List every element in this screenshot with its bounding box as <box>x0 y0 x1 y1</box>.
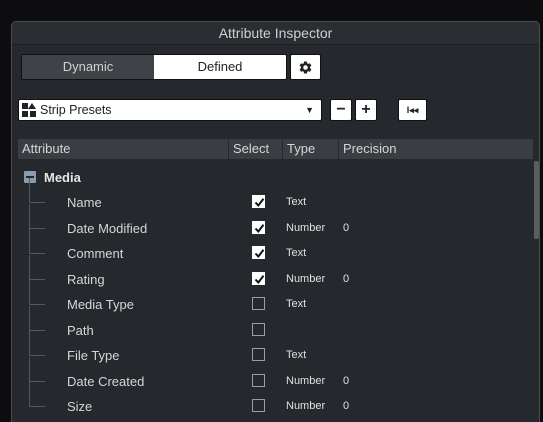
select-checkbox[interactable] <box>252 348 265 361</box>
attribute-row[interactable]: Date Modified Number 0 <box>18 203 533 241</box>
select-checkbox[interactable] <box>252 399 265 412</box>
tree-line <box>29 331 30 356</box>
tree-line <box>29 229 30 254</box>
strip-presets-icon <box>22 103 36 117</box>
checkmark-icon <box>254 249 265 259</box>
gear-icon <box>299 60 312 74</box>
column-type[interactable]: Type <box>282 139 338 159</box>
attribute-precision: 0 <box>343 272 350 285</box>
tree-line <box>29 178 30 203</box>
mode-toggle: Dynamic Defined <box>21 54 287 80</box>
attribute-name: Rating <box>67 271 105 287</box>
tab-dynamic[interactable]: Dynamic <box>22 55 154 79</box>
attribute-name: Media Type <box>67 297 134 312</box>
column-attribute[interactable]: Attribute <box>18 139 228 159</box>
attribute-name: File Type <box>67 348 120 363</box>
attribute-type: Number <box>286 400 326 412</box>
select-checkbox[interactable] <box>252 246 265 259</box>
chevron-down-icon: ▼ <box>305 105 314 115</box>
strip-presets-label: Strip Presets <box>40 103 112 117</box>
attribute-type: Text <box>286 247 307 259</box>
checkmark-icon <box>254 223 265 233</box>
tree-branch <box>29 304 45 305</box>
select-checkbox[interactable] <box>252 195 265 208</box>
attribute-row[interactable]: Path <box>18 305 533 343</box>
column-select[interactable]: Select <box>228 139 282 159</box>
tree-line <box>29 280 30 305</box>
remove-preset-button[interactable]: − <box>330 99 352 121</box>
column-precision[interactable]: Precision <box>338 139 418 159</box>
tree-line <box>29 382 30 407</box>
tree-line <box>29 254 30 280</box>
tree-branch <box>29 278 45 280</box>
tree-line <box>29 203 30 229</box>
tree-branch <box>29 329 45 331</box>
attribute-row[interactable]: Rating Number 0 <box>18 254 533 292</box>
attribute-type: Number <box>286 374 326 387</box>
attribute-inspector-window: Attribute Inspector Dynamic Defined Stri… <box>11 21 540 422</box>
group-label: Media <box>44 170 81 185</box>
attribute-precision: 0 <box>343 221 350 234</box>
table-header: Attribute Select Type Precision <box>18 139 533 159</box>
tree-line <box>29 356 30 382</box>
tab-defined[interactable]: Defined <box>154 55 286 79</box>
checkmark-icon <box>254 274 265 284</box>
attribute-row[interactable]: Size Number 0 <box>18 382 533 419</box>
attribute-precision: 0 <box>343 374 350 387</box>
tree-branch <box>29 406 45 407</box>
attribute-row[interactable]: Media Type Text <box>18 280 533 317</box>
select-checkbox[interactable] <box>252 297 265 310</box>
select-checkbox[interactable] <box>252 373 265 387</box>
group-row-media[interactable]: Media <box>18 165 533 190</box>
strip-presets-dropdown[interactable]: Strip Presets ▼ <box>18 99 322 121</box>
tree-branch <box>29 227 45 229</box>
reset-preset-button[interactable]: I◂◂ <box>398 99 427 121</box>
tree-branch <box>29 202 45 203</box>
attribute-name: Date Created <box>67 373 145 389</box>
attribute-name: Date Modified <box>67 220 148 236</box>
attribute-name: Size <box>67 399 93 414</box>
attribute-name: Path <box>67 322 94 338</box>
attribute-row[interactable]: Comment Text <box>18 229 533 266</box>
attribute-name: Name <box>67 195 102 210</box>
tree-line <box>29 305 30 331</box>
add-preset-button[interactable]: + <box>355 99 377 121</box>
tree-branch <box>29 253 45 254</box>
attribute-row[interactable]: Date Created Number 0 <box>18 356 533 394</box>
select-checkbox[interactable] <box>252 271 265 285</box>
attribute-type: Text <box>286 196 307 208</box>
attribute-row[interactable]: Name Text <box>18 178 533 215</box>
attribute-precision: 0 <box>343 400 350 412</box>
checkmark-icon <box>254 198 265 208</box>
settings-button[interactable] <box>290 54 321 80</box>
vertical-scrollbar[interactable] <box>534 161 539 239</box>
attribute-type: Number <box>286 272 326 285</box>
attribute-type: Text <box>286 298 307 310</box>
attribute-type: Text <box>286 349 307 361</box>
attribute-type: Number <box>286 221 326 234</box>
tree-branch <box>29 355 45 356</box>
tree-branch <box>29 380 45 382</box>
select-checkbox[interactable] <box>252 322 265 336</box>
collapse-icon[interactable] <box>24 171 36 183</box>
window-title: Attribute Inspector <box>12 22 539 45</box>
attribute-row[interactable]: File Type Text <box>18 331 533 368</box>
attribute-name: Comment <box>67 246 124 261</box>
select-checkbox[interactable] <box>252 220 265 234</box>
